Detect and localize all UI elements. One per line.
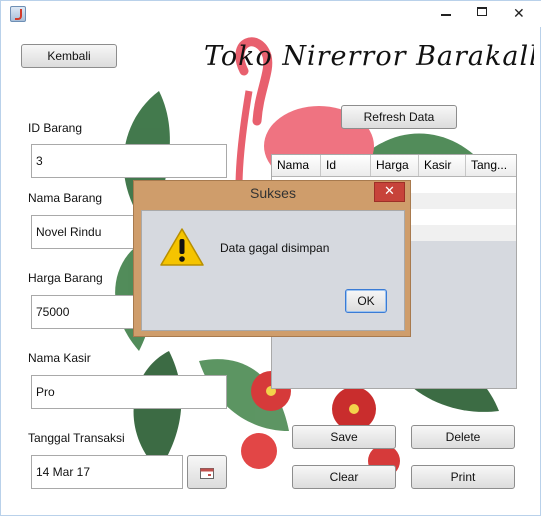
- dialog-close-button[interactable]: ✕: [374, 182, 405, 202]
- title-bar: ✕: [1, 1, 541, 27]
- calendar-icon: [200, 468, 214, 479]
- dialog-body: Data gagal disimpan OK: [141, 210, 405, 331]
- maximize-icon: [477, 7, 487, 16]
- back-button[interactable]: Kembali: [21, 44, 117, 68]
- date-picker-button[interactable]: [187, 455, 227, 489]
- java-app-icon: [10, 6, 26, 22]
- id-field[interactable]: 3: [31, 144, 227, 178]
- column-header-tanggal[interactable]: Tang...: [466, 155, 516, 176]
- print-button[interactable]: Print: [411, 465, 515, 489]
- minimize-icon: [441, 14, 451, 16]
- close-icon: ✕: [384, 184, 395, 199]
- clear-button[interactable]: Clear: [292, 465, 396, 489]
- message-dialog: Sukses ✕ Data gagal disimpan OK: [133, 180, 411, 337]
- column-header-harga[interactable]: Harga: [371, 155, 419, 176]
- price-label: Harga Barang: [28, 271, 103, 285]
- ok-button[interactable]: OK: [345, 289, 387, 313]
- warning-triangle-icon: [160, 228, 204, 266]
- save-button[interactable]: Save: [292, 425, 396, 449]
- store-title: Toko Nirerror Barakallah: [204, 41, 534, 72]
- minimize-button[interactable]: [431, 1, 461, 23]
- close-window-button[interactable]: ✕: [497, 1, 541, 23]
- column-header-id[interactable]: Id: [321, 155, 371, 176]
- date-label: Tanggal Transaksi: [28, 431, 125, 445]
- application-window: ✕ Toko Nirerror Barakal Kembali Refresh …: [0, 0, 541, 516]
- delete-button[interactable]: Delete: [411, 425, 515, 449]
- id-label: ID Barang: [28, 121, 83, 135]
- cashier-label: Nama Kasir: [28, 351, 91, 365]
- refresh-data-button[interactable]: Refresh Data: [341, 105, 457, 129]
- dialog-message: Data gagal disimpan: [220, 241, 330, 255]
- cashier-field[interactable]: Pro: [31, 375, 227, 409]
- name-label: Nama Barang: [28, 191, 103, 205]
- column-header-nama[interactable]: Nama: [272, 155, 321, 176]
- maximize-button[interactable]: [467, 1, 497, 23]
- table-header: Nama Id Harga Kasir Tang...: [272, 155, 516, 177]
- close-icon: ✕: [513, 6, 525, 22]
- date-field[interactable]: 14 Mar 17: [31, 455, 183, 489]
- dialog-title: Sukses: [250, 185, 296, 201]
- column-header-kasir[interactable]: Kasir: [419, 155, 466, 176]
